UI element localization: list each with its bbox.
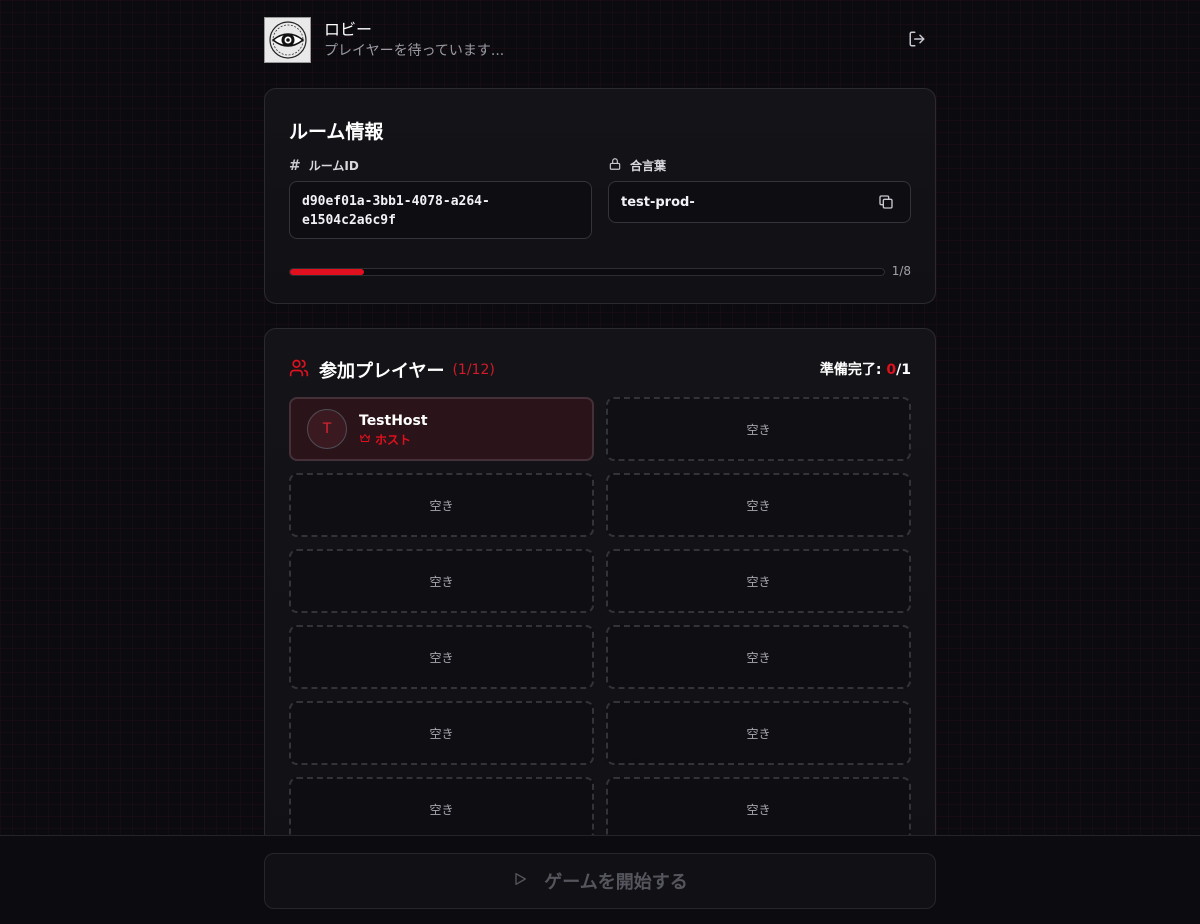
users-icon bbox=[289, 358, 309, 382]
players-card: 参加プレイヤー (1/12) 準備完了: 0/1 T TestHost ホスト … bbox=[264, 328, 936, 888]
player-slot-empty: 空き bbox=[606, 549, 911, 613]
ready-status: 準備完了: 0/1 bbox=[819, 362, 911, 378]
player-slot-empty: 空き bbox=[289, 473, 594, 537]
players-header: 参加プレイヤー (1/12) bbox=[289, 357, 495, 383]
password-field[interactable]: test-prod- bbox=[608, 181, 911, 223]
player-slot-host[interactable]: T TestHost ホスト bbox=[289, 397, 594, 461]
host-badge: ホスト bbox=[359, 431, 428, 448]
players-title: 参加プレイヤー bbox=[319, 361, 445, 382]
play-icon bbox=[512, 871, 528, 892]
start-game-button[interactable]: ゲームを開始する bbox=[264, 853, 936, 909]
copy-icon[interactable] bbox=[878, 194, 894, 210]
player-slot-grid: T TestHost ホスト 空き 空き 空き 空き 空き 空き 空き 空き 空… bbox=[289, 397, 911, 841]
player-slot-empty: 空き bbox=[606, 473, 911, 537]
players-count: (1/12) bbox=[452, 362, 495, 378]
lock-icon bbox=[608, 157, 622, 174]
player-name: TestHost bbox=[359, 412, 428, 429]
player-slot-empty: 空き bbox=[289, 549, 594, 613]
room-id-field[interactable]: d90ef01a-3bb1-4078-a264- e1504c2a6c9f bbox=[289, 181, 592, 239]
player-slot-empty: 空き bbox=[606, 625, 911, 689]
player-slot-empty: 空き bbox=[606, 397, 911, 461]
player-slot-empty: 空き bbox=[606, 777, 911, 841]
player-slot-empty: 空き bbox=[606, 701, 911, 765]
password-label: 合言葉 bbox=[608, 157, 666, 174]
password-value: test-prod- bbox=[621, 194, 695, 210]
player-progress-bar bbox=[289, 268, 885, 276]
player-slot-empty: 空き bbox=[289, 777, 594, 841]
player-slot-empty: 空き bbox=[289, 701, 594, 765]
crown-icon bbox=[359, 432, 371, 447]
player-progress-text: 1/8 bbox=[891, 264, 911, 278]
room-info-card: ルーム情報 # ルームID d90ef01a-3bb1-4078-a264- e… bbox=[264, 88, 936, 304]
hash-icon: # bbox=[289, 157, 301, 174]
lobby-header: ロビー プレイヤーを待っています... bbox=[264, 17, 936, 63]
page-subtitle: プレイヤーを待っています... bbox=[324, 43, 505, 59]
player-slot-empty: 空き bbox=[289, 625, 594, 689]
page-title: ロビー bbox=[324, 20, 373, 39]
eye-logo-icon bbox=[264, 17, 311, 63]
player-progress-fill bbox=[290, 269, 365, 275]
footer-bar: ゲームを開始する bbox=[0, 835, 1200, 924]
logout-icon[interactable] bbox=[908, 30, 928, 50]
avatar: T bbox=[307, 409, 347, 449]
room-info-title: ルーム情報 bbox=[289, 121, 384, 143]
room-id-label: # ルームID bbox=[289, 157, 359, 174]
